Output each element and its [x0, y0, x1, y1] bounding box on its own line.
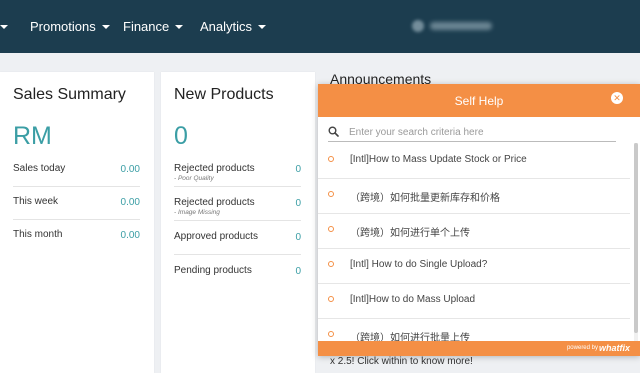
bullet-icon [328, 226, 334, 232]
product-row-value: 0 [295, 266, 301, 277]
new-products-title: New Products [174, 86, 274, 103]
user-icon [412, 20, 424, 32]
list-item-label: [Intl]How to Mass Update Stock or Price [350, 154, 527, 165]
chevron-down-icon [101, 24, 110, 29]
sales-row-value: 0.00 [120, 197, 140, 208]
self-help-search [328, 124, 616, 142]
self-help-title: Self Help [454, 94, 504, 108]
product-row[interactable]: Rejected products - Image Missing 0 [174, 188, 301, 221]
product-row-label: Pending products [174, 265, 252, 276]
list-item[interactable]: （跨境）如何进行单个上传 [318, 213, 630, 249]
sales-row-label: This week [13, 196, 59, 207]
sales-row: This month 0.00 [13, 220, 140, 252]
nav-item-analytics[interactable]: Analytics [200, 19, 267, 34]
list-item-label: （跨境）如何进行单个上传 [350, 228, 470, 239]
self-help-widget: Self Help ✕ [Intl]How to Mass Update Sto… [318, 84, 640, 356]
chevron-down-icon [175, 24, 184, 29]
list-item[interactable]: [Intl]How to do Mass Upload [318, 283, 630, 319]
nav-item-label: Promotions [30, 19, 96, 34]
nav-item-label: Finance [123, 19, 170, 34]
list-item-label: （跨境）如何批量更新库存和价格 [350, 193, 500, 204]
product-row-sublabel: - Image Missing [174, 209, 220, 216]
nav-item-promotions[interactable]: Promotions [30, 19, 110, 34]
scrollbar[interactable] [634, 143, 638, 341]
new-products-card: New Products 0 Rejected products - Poor … [161, 72, 315, 373]
close-icon[interactable]: ✕ [611, 92, 623, 104]
announcement-link[interactable]: x 2.5! Click within to know more! [330, 356, 473, 367]
list-item[interactable]: [Intl] How to do Single Upload? [318, 248, 630, 284]
account-menu[interactable] [412, 19, 496, 33]
sales-row-label: Sales today [13, 163, 66, 174]
product-row-label: Approved products [174, 231, 258, 242]
product-row-value: 0 [295, 164, 301, 175]
whatfix-logo[interactable]: whatfix [599, 343, 630, 353]
account-name-blurred [430, 22, 492, 30]
product-row[interactable]: Approved products 0 [174, 222, 301, 255]
self-help-header: Self Help ✕ [318, 84, 640, 117]
search-icon [328, 126, 339, 137]
sales-summary-card: Sales Summary RM Sales today 0.00 This w… [0, 72, 154, 373]
product-row-label: Rejected products [174, 197, 255, 208]
sales-row: This week 0.00 [13, 187, 140, 220]
list-item-label: [Intl]How to do Mass Upload [350, 294, 476, 305]
nav-item-label: Analytics [200, 19, 253, 34]
bullet-icon [328, 191, 334, 197]
nav-item-finance[interactable]: Finance [123, 19, 184, 34]
sales-row-value: 0.00 [120, 230, 140, 241]
list-item[interactable]: [Intl]How to Mass Update Stock or Price [318, 143, 630, 179]
sales-currency: RM [13, 122, 52, 150]
bullet-icon [328, 261, 334, 267]
sales-summary-title: Sales Summary [13, 86, 126, 103]
list-item[interactable]: （跨境）如何批量更新库存和价格 [318, 178, 630, 214]
product-row[interactable]: Pending products 0 [174, 256, 301, 288]
sales-row: Sales today 0.00 [13, 154, 140, 187]
product-row[interactable]: Rejected products - Poor Quality 0 [174, 154, 301, 187]
product-row-value: 0 [295, 232, 301, 243]
list-item[interactable]: （跨境）如何进行批量上传 [318, 318, 630, 341]
chevron-down-icon [258, 24, 267, 29]
scrollbar-thumb[interactable] [634, 143, 638, 333]
search-input[interactable] [349, 124, 611, 140]
list-item-label: （跨境）如何进行批量上传 [350, 333, 470, 341]
product-row-value: 0 [295, 198, 301, 209]
bullet-icon [328, 156, 334, 162]
chevron-down-icon [0, 25, 8, 29]
product-row-sublabel: - Poor Quality [174, 175, 214, 182]
new-products-count: 0 [174, 122, 188, 150]
sales-row-label: This month [13, 229, 63, 240]
product-row-label: Rejected products [174, 163, 255, 174]
self-help-list: [Intl]How to Mass Update Stock or Price … [318, 143, 630, 341]
bullet-icon [328, 331, 334, 337]
list-item-label: [Intl] How to do Single Upload? [350, 259, 488, 270]
sales-row-value: 0.00 [120, 164, 140, 175]
self-help-footer: powered by whatfix [318, 341, 640, 356]
powered-by-label: powered by [566, 345, 598, 351]
bullet-icon [328, 296, 334, 302]
top-nav-bar: Promotions Finance Analytics [0, 0, 640, 53]
